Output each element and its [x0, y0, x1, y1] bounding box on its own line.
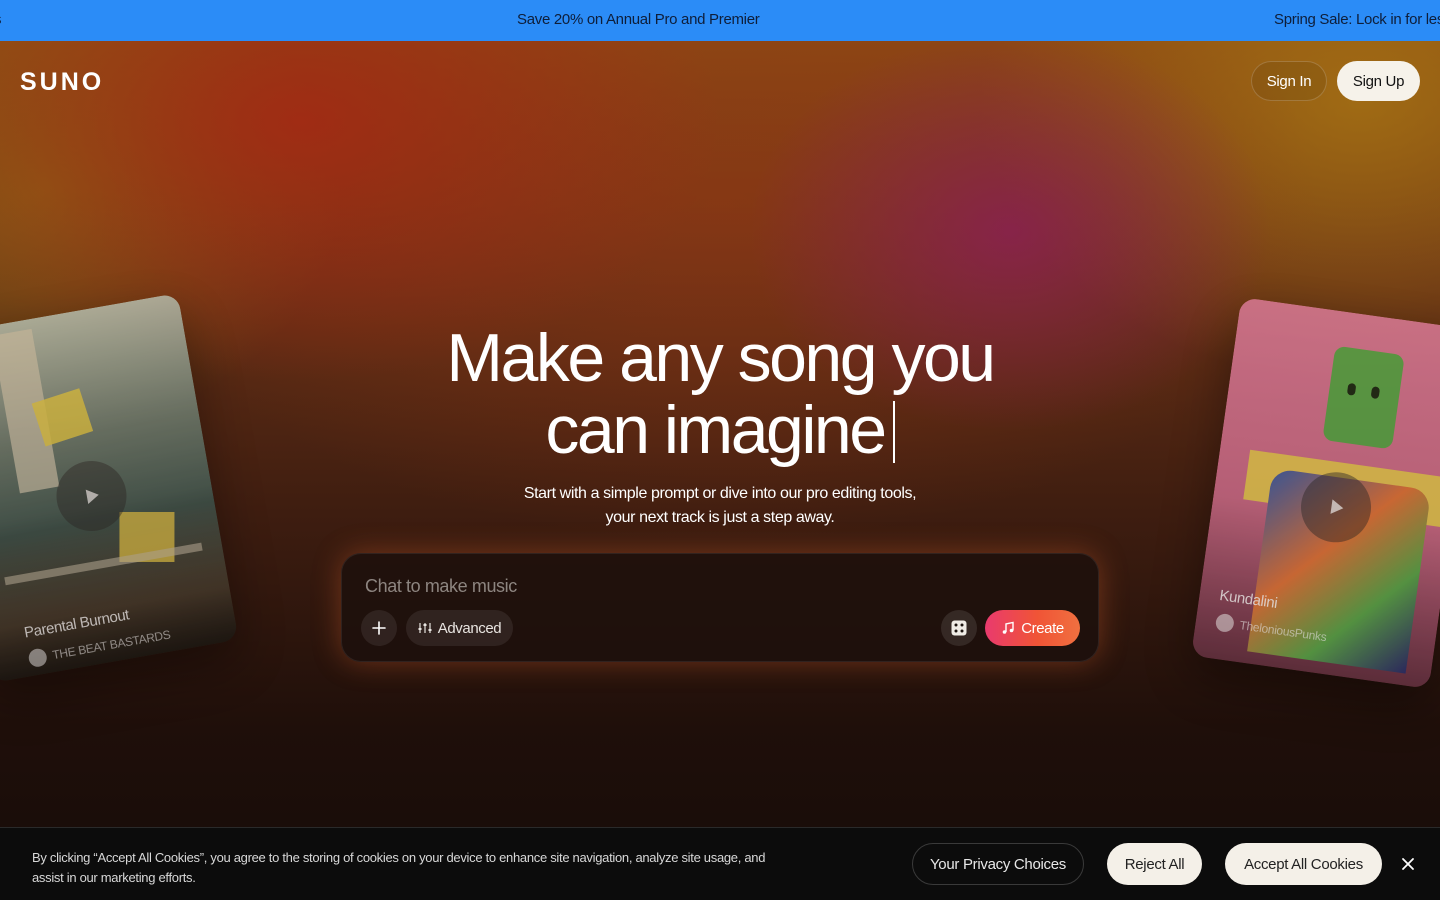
- sliders-icon: [418, 623, 432, 633]
- prompt-box[interactable]: Chat to make music Advanced Create: [341, 553, 1099, 662]
- promo-banner[interactable]: s Save 20% on Annual Pro and Premier Spr…: [0, 0, 1440, 41]
- card-artwork-head: [1322, 345, 1405, 450]
- random-button[interactable]: [941, 610, 977, 646]
- music-note-icon: [1002, 621, 1014, 634]
- sign-in-button[interactable]: Sign In: [1251, 61, 1327, 101]
- artist-avatar: [27, 647, 49, 669]
- hero-headline: Make any song you can imagine: [370, 322, 1070, 466]
- cookie-text: By clicking “Accept All Cookies”, you ag…: [32, 850, 766, 885]
- plus-icon: [372, 621, 386, 635]
- suno-logo[interactable]: SUNO: [20, 68, 104, 97]
- headline-line-2: can imagine: [370, 394, 1070, 466]
- advanced-button[interactable]: Advanced: [406, 610, 513, 646]
- accept-all-cookies-button[interactable]: Accept All Cookies: [1225, 843, 1382, 885]
- headline-line-2-text: can imagine: [545, 392, 887, 468]
- prompt-input[interactable]: Chat to make music: [365, 576, 517, 597]
- artist-avatar: [1214, 612, 1236, 634]
- add-button[interactable]: [361, 610, 397, 646]
- create-label: Create: [1021, 619, 1064, 637]
- card-artwork-shelf: [4, 542, 203, 586]
- advanced-label: Advanced: [437, 619, 502, 637]
- create-button[interactable]: Create: [985, 610, 1080, 646]
- close-cookie-button[interactable]: [1398, 854, 1418, 874]
- typing-caret: [892, 401, 895, 463]
- promo-text-middle[interactable]: Save 20% on Annual Pro and Premier: [517, 11, 760, 28]
- reject-all-button[interactable]: Reject All: [1107, 843, 1202, 885]
- dice-icon: [951, 620, 967, 636]
- sign-up-button[interactable]: Sign Up: [1337, 61, 1420, 101]
- hero-subline: Start with a simple prompt or dive into …: [523, 485, 917, 526]
- promo-text-right[interactable]: Spring Sale: Lock in for les: [1274, 11, 1440, 28]
- headline-line-1: Make any song you: [446, 320, 996, 396]
- promo-text-left: s: [0, 11, 2, 28]
- close-icon: [1402, 858, 1414, 870]
- play-icon: [1330, 499, 1344, 514]
- cookie-banner: By clicking “Accept All Cookies”, you ag…: [0, 827, 1440, 900]
- play-icon: [85, 489, 99, 505]
- privacy-choices-button[interactable]: Your Privacy Choices: [912, 843, 1084, 885]
